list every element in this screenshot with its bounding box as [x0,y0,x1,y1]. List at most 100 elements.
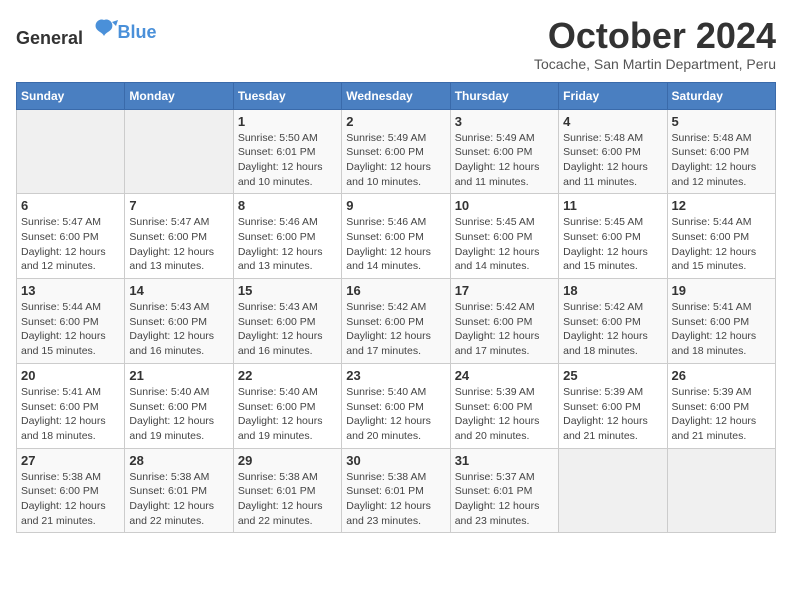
day-info: Sunrise: 5:41 AM Sunset: 6:00 PM Dayligh… [21,385,120,444]
day-info: Sunrise: 5:40 AM Sunset: 6:00 PM Dayligh… [238,385,337,444]
day-info: Sunrise: 5:45 AM Sunset: 6:00 PM Dayligh… [455,215,554,274]
day-number: 12 [672,198,771,213]
calendar-cell: 15 Sunrise: 5:43 AM Sunset: 6:00 PM Dayli… [233,279,341,364]
calendar-cell: 9Sunrise: 5:46 AM Sunset: 6:00 PM Daylig… [342,194,450,279]
calendar-cell: 4 Sunrise: 5:48 AM Sunset: 6:00 PM Daylig… [559,109,667,194]
weekday-header-saturday: Saturday [667,82,775,109]
calendar-cell: 5Sunrise: 5:48 AM Sunset: 6:00 PM Daylig… [667,109,775,194]
day-info: Sunrise: 5:39 AM Sunset: 6:00 PM Dayligh… [672,385,771,444]
calendar-cell [559,448,667,533]
calendar-cell: 14Sunrise: 5:43 AM Sunset: 6:00 PM Dayli… [125,279,233,364]
calendar-week-row: 20 Sunrise: 5:41 AM Sunset: 6:00 PM Dayli… [17,363,776,448]
day-number: 9 [346,198,445,213]
calendar-cell: 23Sunrise: 5:40 AM Sunset: 6:00 PM Dayli… [342,363,450,448]
weekday-header-monday: Monday [125,82,233,109]
logo: General Blue [16,16,157,49]
logo-text-blue: Blue [118,22,157,42]
day-number: 10 [455,198,554,213]
day-number: 11 [563,198,662,213]
day-number: 16 [346,283,445,298]
day-number: 29 [238,453,337,468]
day-info: Sunrise: 5:38 AM Sunset: 6:01 PM Dayligh… [238,470,337,529]
calendar-cell: 10 Sunrise: 5:45 AM Sunset: 6:00 PM Dayli… [450,194,558,279]
calendar-cell: 22Sunrise: 5:40 AM Sunset: 6:00 PM Dayli… [233,363,341,448]
calendar-cell: 24 Sunrise: 5:39 AM Sunset: 6:00 PM Dayli… [450,363,558,448]
day-info: Sunrise: 5:50 AM Sunset: 6:01 PM Dayligh… [238,131,337,190]
calendar-cell: 26 Sunrise: 5:39 AM Sunset: 6:00 PM Dayli… [667,363,775,448]
day-number: 6 [21,198,120,213]
day-info: Sunrise: 5:48 AM Sunset: 6:00 PM Dayligh… [563,131,662,190]
day-info: Sunrise: 5:43 AM Sunset: 6:00 PM Dayligh… [238,300,337,359]
day-info: Sunrise: 5:46 AM Sunset: 6:00 PM Dayligh… [238,215,337,274]
day-number: 5 [672,114,771,129]
calendar-cell: 28 Sunrise: 5:38 AM Sunset: 6:01 PM Dayli… [125,448,233,533]
day-info: Sunrise: 5:42 AM Sunset: 6:00 PM Dayligh… [346,300,445,359]
weekday-header-sunday: Sunday [17,82,125,109]
day-number: 8 [238,198,337,213]
day-info: Sunrise: 5:39 AM Sunset: 6:00 PM Dayligh… [455,385,554,444]
calendar-week-row: 13Sunrise: 5:44 AM Sunset: 6:00 PM Dayli… [17,279,776,364]
day-info: Sunrise: 5:42 AM Sunset: 6:00 PM Dayligh… [455,300,554,359]
day-number: 27 [21,453,120,468]
weekday-header-row: SundayMondayTuesdayWednesdayThursdayFrid… [17,82,776,109]
day-info: Sunrise: 5:44 AM Sunset: 6:00 PM Dayligh… [672,215,771,274]
day-number: 31 [455,453,554,468]
location-title: Tocache, San Martin Department, Peru [534,56,776,72]
day-number: 23 [346,368,445,383]
calendar-cell: 7Sunrise: 5:47 AM Sunset: 6:00 PM Daylig… [125,194,233,279]
day-number: 4 [563,114,662,129]
day-info: Sunrise: 5:41 AM Sunset: 6:00 PM Dayligh… [672,300,771,359]
day-number: 17 [455,283,554,298]
page-header: General Blue October 2024 Tocache, San M… [16,16,776,72]
calendar-cell: 19Sunrise: 5:41 AM Sunset: 6:00 PM Dayli… [667,279,775,364]
calendar-cell: 12 Sunrise: 5:44 AM Sunset: 6:00 PM Dayli… [667,194,775,279]
day-number: 24 [455,368,554,383]
weekday-header-thursday: Thursday [450,82,558,109]
calendar-cell: 25Sunrise: 5:39 AM Sunset: 6:00 PM Dayli… [559,363,667,448]
day-number: 3 [455,114,554,129]
calendar-cell: 11 Sunrise: 5:45 AM Sunset: 6:00 PM Dayli… [559,194,667,279]
day-number: 14 [129,283,228,298]
calendar-cell [667,448,775,533]
logo-bird-icon [90,16,118,44]
day-number: 20 [21,368,120,383]
title-block: October 2024 Tocache, San Martin Departm… [534,16,776,72]
calendar-cell: 1 Sunrise: 5:50 AM Sunset: 6:01 PM Daylig… [233,109,341,194]
calendar-cell: 13Sunrise: 5:44 AM Sunset: 6:00 PM Dayli… [17,279,125,364]
day-info: Sunrise: 5:45 AM Sunset: 6:00 PM Dayligh… [563,215,662,274]
calendar-cell: 27Sunrise: 5:38 AM Sunset: 6:00 PM Dayli… [17,448,125,533]
weekday-header-wednesday: Wednesday [342,82,450,109]
calendar-cell: 18 Sunrise: 5:42 AM Sunset: 6:00 PM Dayli… [559,279,667,364]
calendar-cell: 20 Sunrise: 5:41 AM Sunset: 6:00 PM Dayli… [17,363,125,448]
day-info: Sunrise: 5:38 AM Sunset: 6:01 PM Dayligh… [346,470,445,529]
day-number: 1 [238,114,337,129]
weekday-header-tuesday: Tuesday [233,82,341,109]
day-info: Sunrise: 5:37 AM Sunset: 6:01 PM Dayligh… [455,470,554,529]
day-number: 18 [563,283,662,298]
calendar-cell: 6 Sunrise: 5:47 AM Sunset: 6:00 PM Daylig… [17,194,125,279]
day-info: Sunrise: 5:39 AM Sunset: 6:00 PM Dayligh… [563,385,662,444]
day-info: Sunrise: 5:47 AM Sunset: 6:00 PM Dayligh… [129,215,228,274]
calendar-cell: 8 Sunrise: 5:46 AM Sunset: 6:00 PM Daylig… [233,194,341,279]
calendar-cell: 21Sunrise: 5:40 AM Sunset: 6:00 PM Dayli… [125,363,233,448]
day-info: Sunrise: 5:49 AM Sunset: 6:00 PM Dayligh… [455,131,554,190]
day-info: Sunrise: 5:47 AM Sunset: 6:00 PM Dayligh… [21,215,120,274]
weekday-header-friday: Friday [559,82,667,109]
day-info: Sunrise: 5:49 AM Sunset: 6:00 PM Dayligh… [346,131,445,190]
calendar-week-row: 27Sunrise: 5:38 AM Sunset: 6:00 PM Dayli… [17,448,776,533]
day-number: 15 [238,283,337,298]
calendar-cell: 3 Sunrise: 5:49 AM Sunset: 6:00 PM Daylig… [450,109,558,194]
calendar-table: SundayMondayTuesdayWednesdayThursdayFrid… [16,82,776,534]
calendar-cell [17,109,125,194]
day-number: 26 [672,368,771,383]
calendar-cell: 16 Sunrise: 5:42 AM Sunset: 6:00 PM Dayli… [342,279,450,364]
day-number: 30 [346,453,445,468]
calendar-cell: 2Sunrise: 5:49 AM Sunset: 6:00 PM Daylig… [342,109,450,194]
day-info: Sunrise: 5:38 AM Sunset: 6:01 PM Dayligh… [129,470,228,529]
day-number: 13 [21,283,120,298]
logo-text-general: General [16,28,83,48]
day-info: Sunrise: 5:42 AM Sunset: 6:00 PM Dayligh… [563,300,662,359]
day-number: 21 [129,368,228,383]
day-number: 28 [129,453,228,468]
month-title: October 2024 [534,16,776,56]
